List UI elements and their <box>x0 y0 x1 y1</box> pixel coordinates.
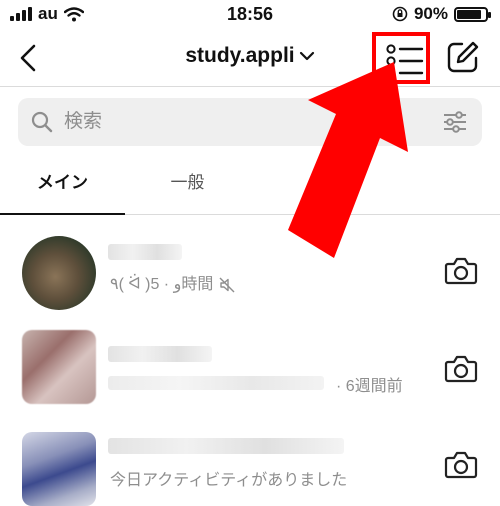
battery-icon <box>454 6 491 22</box>
filter-icon[interactable] <box>442 110 468 134</box>
camera-icon[interactable] <box>444 354 478 384</box>
redacted-name <box>108 244 182 260</box>
thread-item[interactable]: 今日アクティビティがありました <box>0 432 500 506</box>
status-bar: au 18:56 90% <box>0 0 500 30</box>
inbox-tabs: メイン 一般 <box>0 158 500 215</box>
mute-icon <box>219 277 235 293</box>
thread-item[interactable]: · 6週間前 <box>0 330 500 426</box>
avatar[interactable] <box>22 432 96 506</box>
account-name: study.appli <box>185 44 295 67</box>
avatar[interactable] <box>22 330 96 404</box>
search-bar[interactable] <box>18 98 482 146</box>
redacted-message <box>108 376 324 390</box>
thread-item[interactable]: ٩( ᐛ )و · 5時間 <box>0 236 500 332</box>
redacted-name <box>108 438 344 454</box>
compose-icon[interactable] <box>446 40 480 74</box>
message-preview: ٩( ᐛ )و · 5時間 <box>110 270 235 294</box>
tab-general[interactable]: 一般 <box>125 158 250 214</box>
camera-icon[interactable] <box>444 256 478 286</box>
redacted-name <box>108 346 212 362</box>
status-right: 90% <box>392 4 491 24</box>
message-timestamp: · 6週間前 <box>336 378 403 395</box>
message-preview-text: ٩( ᐛ )و · 5時間 <box>110 276 214 293</box>
search-icon <box>31 111 53 133</box>
avatar[interactable] <box>22 236 96 310</box>
rotation-lock-icon <box>392 6 408 22</box>
battery-level <box>457 9 482 19</box>
message-preview: 今日アクティビティがありました <box>110 472 348 489</box>
annotation-arrow <box>288 62 408 258</box>
battery-percent: 90% <box>413 4 448 23</box>
camera-icon[interactable] <box>444 450 478 480</box>
tab-main[interactable]: メイン <box>0 158 125 215</box>
